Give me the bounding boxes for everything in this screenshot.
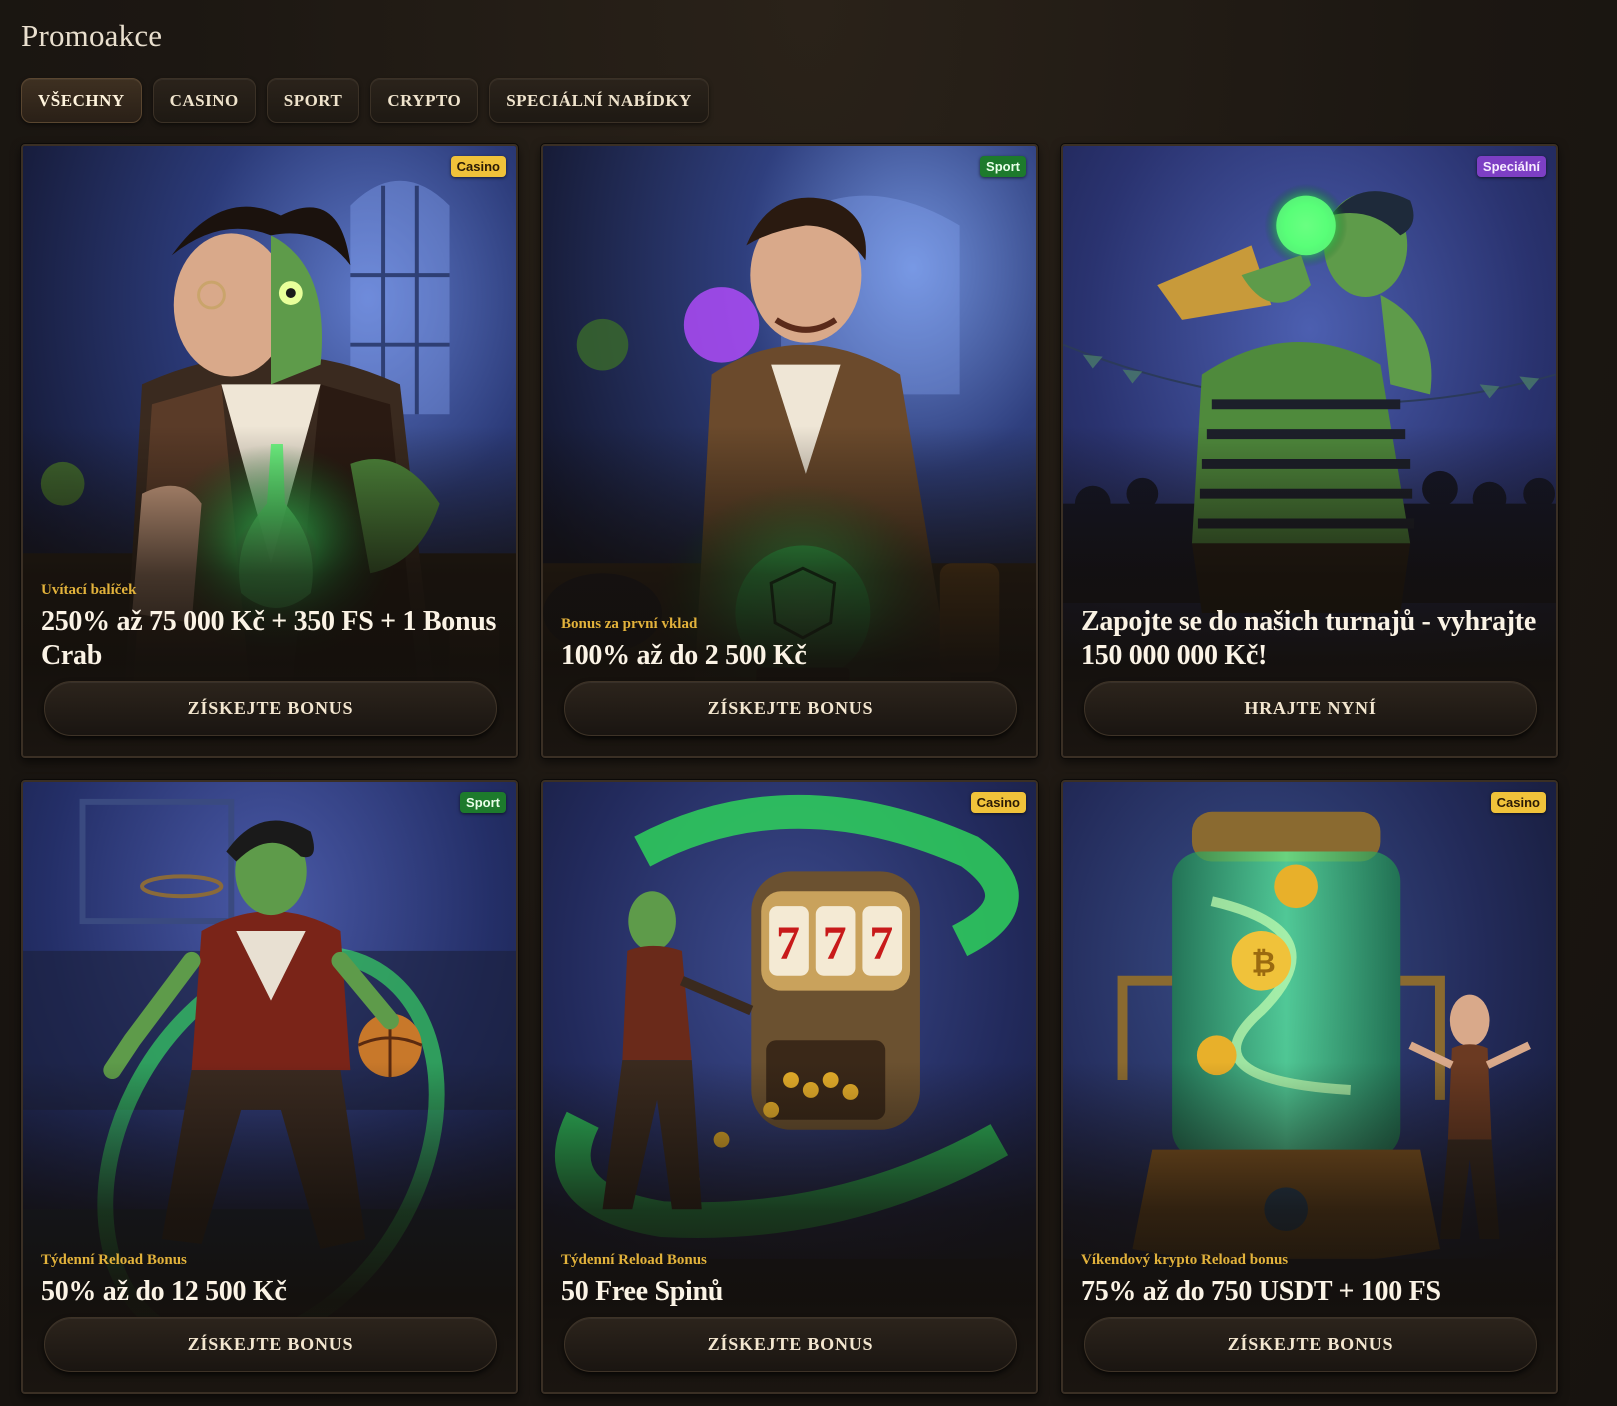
tab-casino[interactable]: CASINO [152,78,256,123]
promo-subtitle: Týdenní Reload Bonus [561,1252,707,1268]
promo-card-weekend-crypto: ₿ Casino Víkendový krypto Reload bonus 7… [1061,780,1558,1394]
promo-card-first-deposit: Sport Bonus za první vklad 100% až do 2 … [541,144,1038,758]
page-title: Promoakce [21,18,163,53]
play-now-button[interactable]: HRAJTE NYNÍ [1084,681,1537,736]
promo-headline: 50 Free Spinů [561,1276,724,1307]
promo-headline: 100% až do 2 500 Kč [561,640,807,671]
promo-subtitle: Uvítací balíček [41,582,137,598]
promo-card-weekly-reload-casino: 777 Casino Týdenní Reload Bonus 50 Free … [541,780,1038,1394]
promo-headline: 75% až do 750 USDT + 100 FS [1081,1276,1441,1307]
tab-special-offers[interactable]: SPECIÁLNÍ NABÍDKY [489,78,709,123]
svg-text:7: 7 [776,918,800,970]
promo-headline: 250% až 75 000 Kč + 350 FS + 1 Bonus Cra… [41,606,497,671]
promo-filter-tabs: VŠECHNY CASINO SPORT CRYPTO SPECIÁLNÍ NA… [21,78,709,123]
svg-text:₿: ₿ [1251,947,1275,980]
promo-headline: Zapojte se do našich turnajů - vyhrajte … [1081,606,1536,671]
get-bonus-button[interactable]: ZÍSKEJTE BONUS [44,1317,497,1372]
category-badge: Speciální [1476,156,1546,177]
promo-subtitle: Týdenní Reload Bonus [41,1252,187,1268]
get-bonus-button[interactable]: ZÍSKEJTE BONUS [44,681,497,736]
svg-text:7: 7 [823,918,847,970]
promo-card-weekly-reload-sport: Sport Týdenní Reload Bonus 50% až do 12 … [21,780,518,1394]
category-badge: Casino [970,792,1026,813]
category-badge: Casino [450,156,506,177]
tab-sport[interactable]: SPORT [266,78,360,123]
category-badge: Casino [1490,792,1546,813]
tab-all[interactable]: VŠECHNY [21,78,142,123]
svg-text:7: 7 [869,918,893,970]
promo-card-tournaments: Speciální Zapojte se do našich turnajů -… [1061,144,1558,758]
promo-headline: 50% až do 12 500 Kč [41,1276,287,1307]
category-badge: Sport [460,792,506,813]
promo-subtitle: Bonus za první vklad [561,616,698,632]
promo-card-welcome: Casino Uvítací balíček 250% až 75 000 Kč… [21,144,518,758]
promo-subtitle: Víkendový krypto Reload bonus [1081,1252,1289,1268]
get-bonus-button[interactable]: ZÍSKEJTE BONUS [1084,1317,1537,1372]
promo-grid: Casino Uvítací balíček 250% až 75 000 Kč… [21,144,1558,1394]
get-bonus-button[interactable]: ZÍSKEJTE BONUS [564,1317,1017,1372]
tab-crypto[interactable]: CRYPTO [370,78,479,123]
category-badge: Sport [980,156,1026,177]
get-bonus-button[interactable]: ZÍSKEJTE BONUS [564,681,1017,736]
